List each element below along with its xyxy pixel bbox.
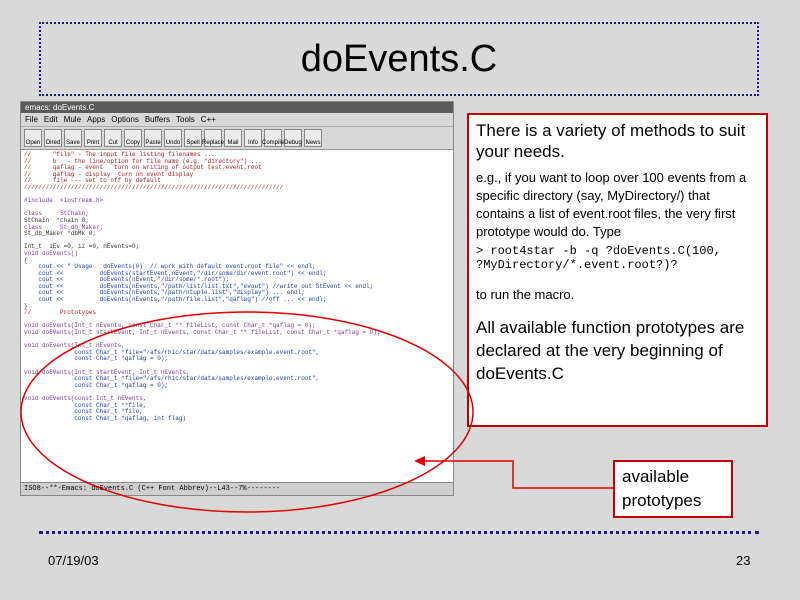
callout-connector [420, 460, 613, 489]
footer-date: 07/19/03 [48, 553, 99, 568]
highlight-ellipse [20, 311, 474, 513]
footer-divider [39, 531, 759, 534]
arrow-head-icon [414, 456, 425, 466]
annotation-overlay [20, 311, 613, 513]
page-number: 23 [736, 553, 751, 568]
